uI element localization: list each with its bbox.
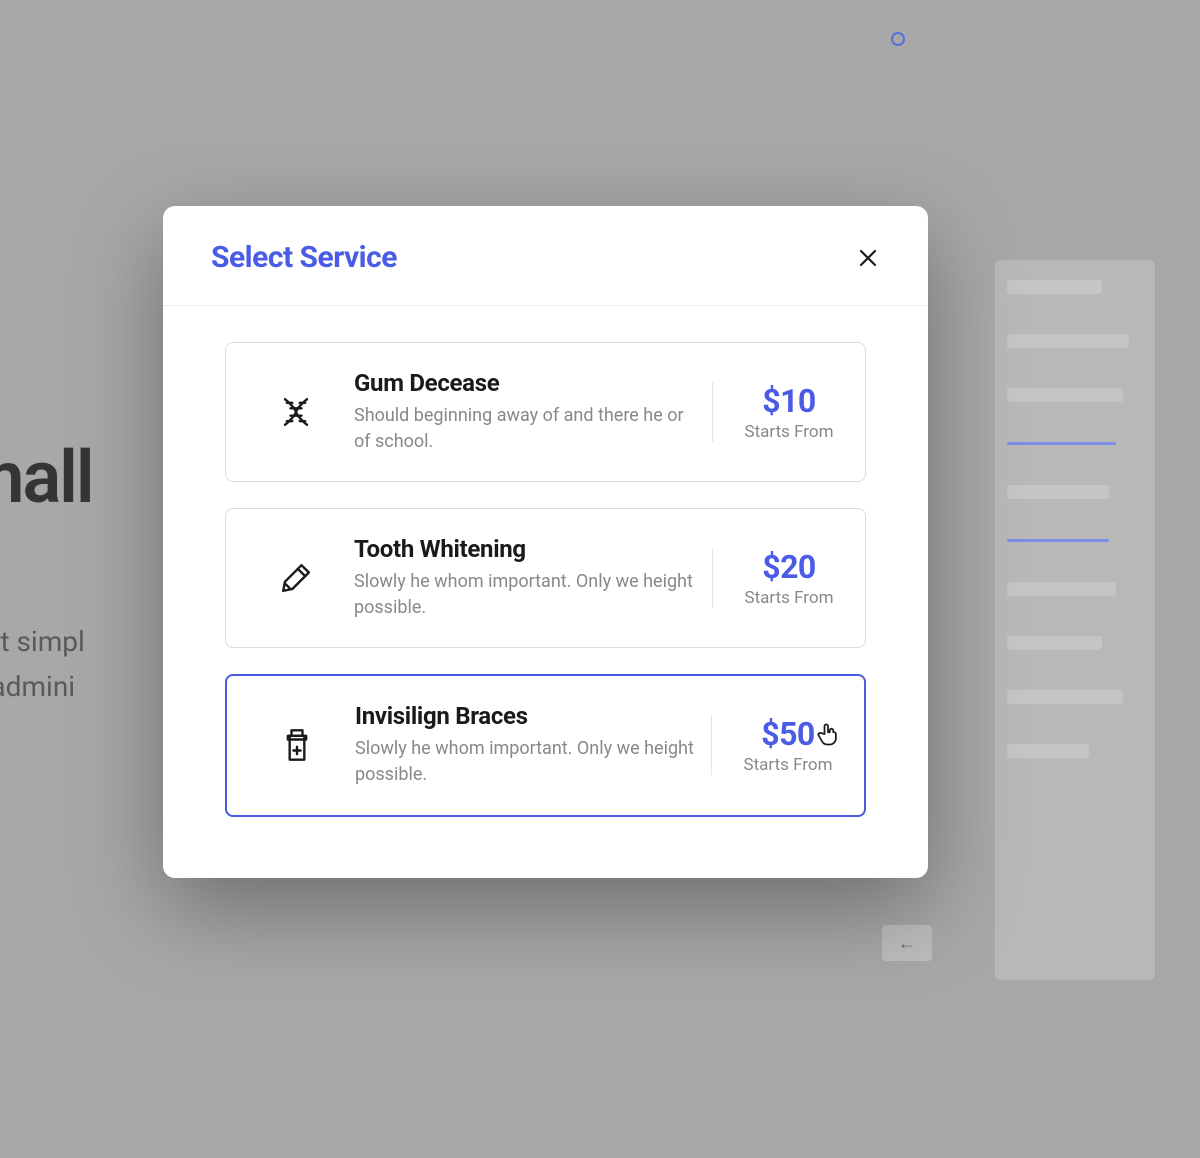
select-service-modal: Select Service Gum Decea [163,206,928,878]
service-card-gum-decease[interactable]: Gum Decease Should beginning away of and… [225,342,866,482]
medicine-bottle-icon [267,723,327,767]
back-arrow-icon: ← [882,925,932,961]
close-icon [858,248,878,268]
service-info: Invisilign Braces Slowly he whom importa… [327,702,711,788]
service-price: $10 [741,382,837,420]
service-price: $20 [741,548,837,586]
dna-icon [266,390,326,434]
service-price-block: $20 Starts From [712,548,837,608]
bg-sub-line2: and admini [0,670,75,703]
service-description: Slowly he whom important. Only we height… [354,569,694,621]
bg-heading-line2: Small [0,435,93,520]
service-description: Slowly he whom important. Only we height… [355,736,695,788]
bg-sub-line1: , yet simpl [0,625,85,658]
decorative-circle [891,32,905,46]
service-price: $50 [740,715,836,753]
service-price-block: $50 Starts From [711,715,836,775]
toothpaste-icon [266,556,326,600]
modal-title: Select Service [211,240,397,275]
bg-form-panel [995,260,1155,980]
modal-body: Gum Decease Should beginning away of and… [163,306,928,847]
service-name: Gum Decease [354,369,712,397]
service-name: Tooth Whitening [354,535,712,563]
modal-header: Select Service [163,206,928,306]
service-info: Tooth Whitening Slowly he whom important… [326,535,712,621]
service-starts-from: Starts From [741,588,837,608]
service-info: Gum Decease Should beginning away of and… [326,369,712,455]
close-button[interactable] [856,246,880,270]
service-starts-from: Starts From [740,755,836,775]
service-card-tooth-whitening[interactable]: Tooth Whitening Slowly he whom important… [225,508,866,648]
service-card-invisilign-braces[interactable]: Invisilign Braces Slowly he whom importa… [225,674,866,816]
service-starts-from: Starts From [741,422,837,442]
service-price-block: $10 Starts From [712,382,837,442]
service-description: Should beginning away of and there he or… [354,403,694,455]
service-name: Invisilign Braces [355,702,711,730]
